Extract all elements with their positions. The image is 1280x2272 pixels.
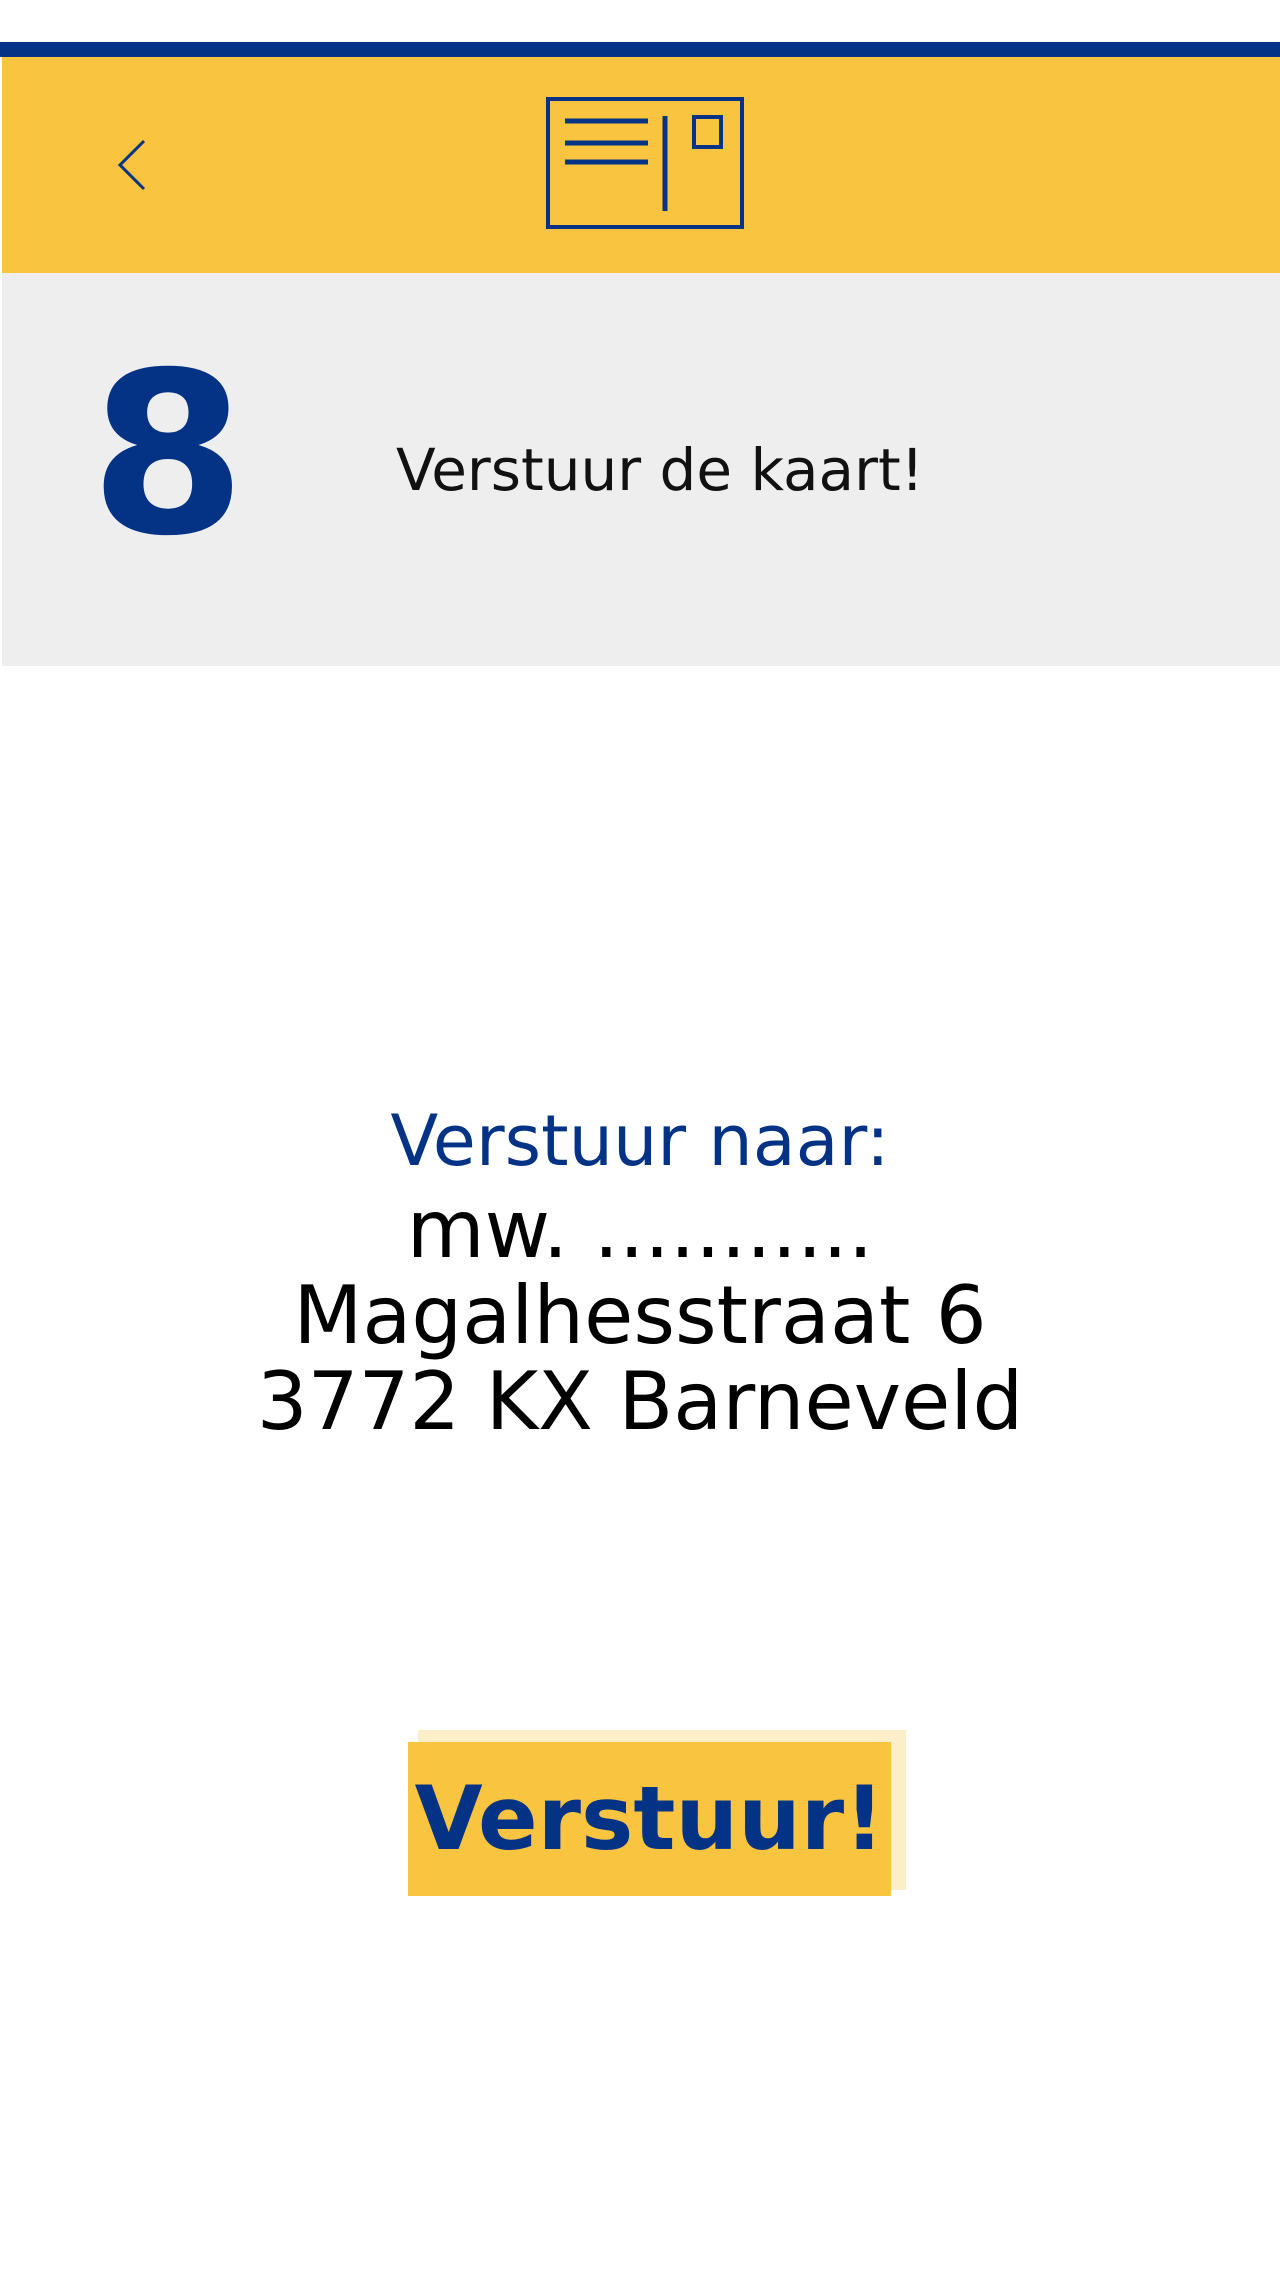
address-postal-city: 3772 KX Barneveld — [256, 1355, 1024, 1448]
top-stripe — [0, 42, 1280, 57]
address-label: Verstuur naar: — [390, 1100, 890, 1182]
chevron-left-icon — [117, 139, 146, 191]
address-block: Verstuur naar: mw. ........... Magalhess… — [0, 1095, 1280, 1445]
send-button[interactable]: Verstuur! — [408, 1742, 891, 1896]
postcard-icon — [545, 96, 745, 230]
step-title: Verstuur de kaart! — [396, 436, 924, 504]
step-number: 8 — [90, 324, 246, 585]
address-street: Magalhesstraat 6 — [293, 1269, 987, 1362]
back-button[interactable] — [100, 125, 160, 205]
address-recipient: mw. ........... — [406, 1183, 874, 1276]
